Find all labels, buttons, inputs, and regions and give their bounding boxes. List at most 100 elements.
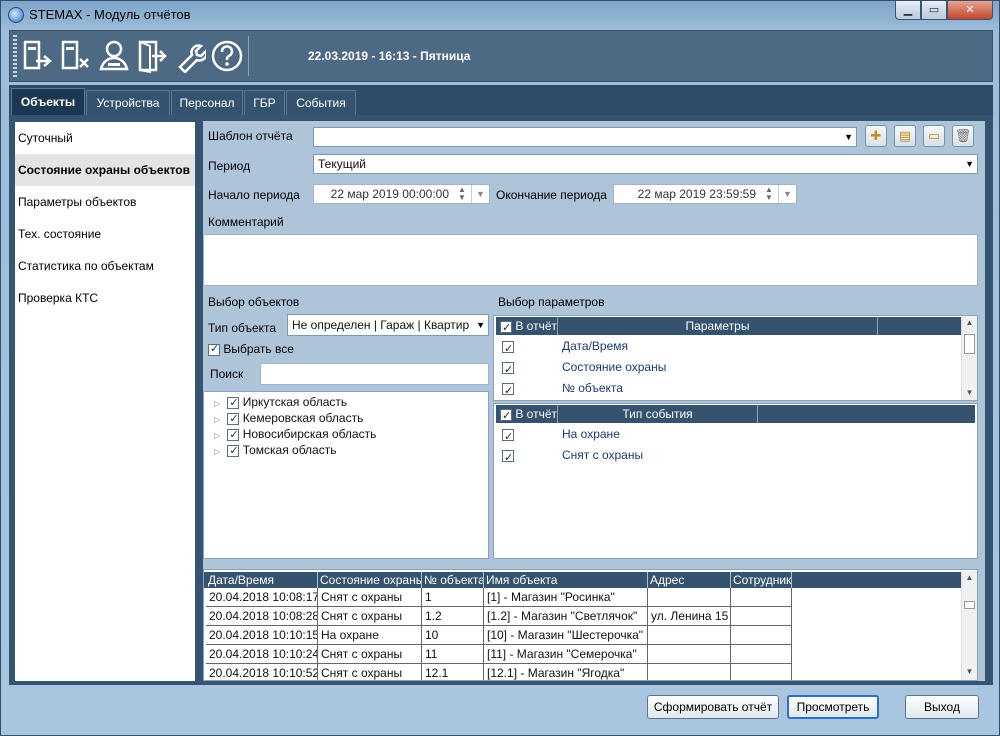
tree-checkbox[interactable]	[227, 427, 240, 443]
scroll-down-icon[interactable]: ▼	[962, 665, 977, 679]
params-grid-header: В отчёт Параметры	[496, 317, 961, 337]
tree-checkbox[interactable]	[227, 443, 240, 459]
select-all-row[interactable]: Выбрать все	[208, 342, 294, 356]
event-checkbox[interactable]	[502, 448, 514, 469]
header-checkbox[interactable]	[500, 407, 512, 425]
tab-bar: Объекты Устройства Персонал ГБР События	[9, 85, 993, 115]
search-input[interactable]	[260, 363, 489, 385]
scroll-thumb[interactable]	[964, 334, 975, 354]
header-in-report[interactable]: В отчёт	[496, 317, 558, 337]
preview-button[interactable]: Просмотреть	[787, 695, 879, 719]
tree-checkbox[interactable]	[227, 411, 240, 427]
open-template-button[interactable]: ▭	[923, 125, 945, 147]
tab-gbr[interactable]: ГБР	[244, 90, 285, 115]
toolbar-separator	[248, 36, 249, 76]
maximize-button[interactable]: ▭	[921, 1, 947, 20]
scroll-up-icon[interactable]: ▲	[962, 571, 977, 585]
generate-report-button[interactable]: Сформировать отчёт	[647, 695, 779, 719]
table-row[interactable]: 20.04.2018 10:10:52 Снят с охраны 12.1 […	[204, 664, 961, 680]
period-select[interactable]: Текущий ▼	[313, 154, 978, 174]
param-label: Дата/Время	[562, 339, 629, 353]
table-row[interactable]: 20.04.2018 10:10:15 На охране 10 [10] - …	[204, 626, 961, 645]
report-module-window: STEMAX - Модуль отчётов ▁ ▭ ✕ 22.03.2019…	[0, 0, 1000, 736]
chevron-down-icon[interactable]: ▼	[778, 185, 796, 203]
tab-devices[interactable]: Устройства	[86, 90, 170, 115]
object-tree: ▷ Иркутская область ▷ Кемеровская област…	[203, 391, 489, 559]
tab-events[interactable]: События	[286, 90, 356, 115]
params-scrollbar[interactable]: ▲ ▼	[961, 316, 977, 400]
end-date-picker[interactable]: 22 мар 2019 23:59:59 ▲ ▼ ▼	[613, 184, 797, 204]
scroll-down-icon[interactable]: ▼	[962, 386, 977, 400]
exit-button[interactable]: Выход	[905, 695, 979, 719]
close-button[interactable]: ✕	[947, 1, 993, 20]
tree-item[interactable]: ▷ Новосибирская область	[214, 426, 376, 443]
tree-item-label: Кемеровская область	[242, 411, 364, 425]
scroll-up-icon[interactable]: ▲	[962, 316, 977, 330]
start-date-value: 22 мар 2019 00:00:00	[330, 187, 449, 201]
start-label: Начало периода	[208, 188, 300, 202]
end-spinner[interactable]: ▲ ▼	[762, 186, 776, 202]
col-address[interactable]: Адрес	[648, 572, 731, 588]
table-row[interactable]: 20.04.2018 10:08:17 Снят с охраны 1 [1] …	[204, 588, 961, 607]
cell-employee	[731, 664, 792, 680]
current-datetime: 22.03.2019 - 16:13 - Пятница	[308, 49, 471, 63]
tab-personnel[interactable]: Персонал	[171, 90, 243, 115]
object-type-select[interactable]: Не определен | Гараж | Квартир ▼	[287, 314, 489, 336]
nav-item-guard-state[interactable]: Состояние охраны объектов	[15, 154, 195, 186]
cell-guard-state: Снят с охраны	[318, 664, 422, 680]
cell-datetime: 20.04.2018 10:10:24	[206, 645, 318, 664]
guard-user-icon[interactable]	[98, 39, 130, 73]
scroll-thumb[interactable]	[964, 601, 975, 609]
tab-objects[interactable]: Объекты	[11, 88, 85, 115]
nav-item-object-stats[interactable]: Статистика по объектам	[15, 250, 195, 282]
tree-item[interactable]: ▷ Иркутская область	[214, 394, 347, 411]
param-checkbox[interactable]	[502, 339, 514, 360]
nav-item-object-params[interactable]: Параметры объектов	[15, 186, 195, 218]
help-icon[interactable]	[210, 39, 243, 73]
cell-object-number: 1	[422, 588, 484, 607]
tree-checkbox[interactable]	[227, 395, 240, 411]
tree-item-label: Томская область	[242, 443, 337, 457]
header-in-report[interactable]: В отчёт	[496, 405, 558, 425]
minimize-button[interactable]: ▁	[895, 1, 921, 20]
save-template-button[interactable]: ▤	[894, 125, 916, 147]
wrench-icon[interactable]	[174, 39, 208, 74]
chevron-down-icon: ▼	[476, 320, 485, 330]
nav-item-tech-state[interactable]: Тех. состояние	[15, 218, 195, 250]
tree-item[interactable]: ▷ Томская область	[214, 442, 337, 460]
table-row[interactable]: 20.04.2018 10:10:24 Снят с охраны 11 [11…	[204, 645, 961, 664]
template-select[interactable]: ▼	[313, 127, 857, 147]
start-date-picker[interactable]: 22 мар 2019 00:00:00 ▲ ▼ ▼	[313, 184, 490, 204]
start-spinner[interactable]: ▲ ▼	[455, 186, 469, 202]
tree-item[interactable]: ▷ Кемеровская область	[214, 410, 364, 427]
expand-arrow-icon[interactable]: ▷	[214, 444, 224, 460]
select-all-checkbox[interactable]	[208, 342, 220, 356]
report-settings-form: Шаблон отчёта ▼ ✚ ▤ ▭ 🗑 Период Текущий ▼…	[203, 121, 985, 681]
exit-door-icon[interactable]	[136, 39, 168, 74]
results-scrollbar[interactable]: ▲ ▼	[961, 571, 977, 680]
col-guard-state[interactable]: Состояние охраны	[318, 572, 422, 588]
param-checkbox[interactable]	[502, 360, 514, 381]
header-checkbox[interactable]	[500, 319, 512, 337]
object-exit-icon[interactable]	[22, 39, 54, 73]
nav-item-kts-check[interactable]: Проверка КТС	[15, 282, 195, 314]
col-object-name[interactable]: Имя объекта	[484, 572, 648, 588]
cell-guard-state: Снят с охраны	[318, 588, 422, 607]
col-object-number[interactable]: № объекта	[422, 572, 484, 588]
event-checkbox[interactable]	[502, 427, 514, 448]
param-checkbox[interactable]	[502, 381, 514, 402]
nav-item-daily[interactable]: Суточный	[15, 122, 195, 154]
param-row[interactable]: Состояние охраны	[494, 357, 961, 381]
chevron-down-icon[interactable]: ▼	[471, 185, 489, 203]
delete-template-button[interactable]: 🗑	[952, 125, 974, 147]
event-row[interactable]: Снят с охраны	[494, 445, 975, 469]
event-row[interactable]: На охране	[494, 424, 975, 448]
col-employee[interactable]: Сотрудник	[731, 572, 792, 588]
param-row[interactable]: Дата/Время	[494, 336, 961, 360]
param-row[interactable]: № объекта	[494, 378, 961, 402]
comment-textarea[interactable]	[203, 234, 978, 286]
col-datetime[interactable]: Дата/Время	[206, 572, 318, 588]
object-delete-icon[interactable]	[60, 39, 92, 73]
add-template-button[interactable]: ✚	[865, 125, 887, 147]
table-row[interactable]: 20.04.2018 10:08:28 Снят с охраны 1.2 [1…	[204, 607, 961, 626]
